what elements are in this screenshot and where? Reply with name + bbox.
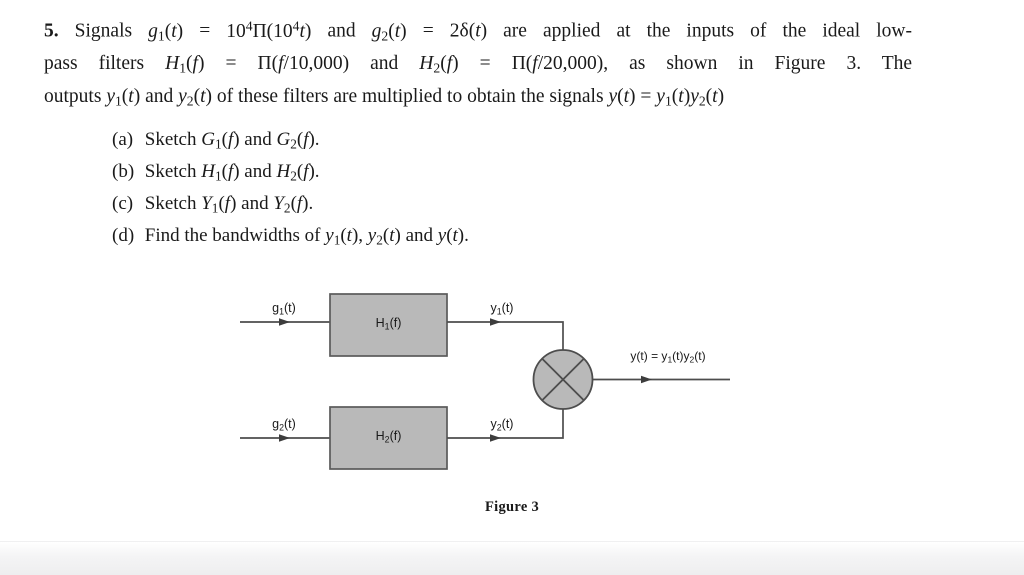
subquestion-c-item1: Y1(f) bbox=[201, 192, 237, 216]
subquestion-b-item1: H1(f) bbox=[201, 160, 240, 184]
statement-lead-3: outputs bbox=[44, 85, 102, 107]
equals-2: = bbox=[422, 20, 434, 42]
statement-mid-3: of these filters are multiplied to obtai… bbox=[216, 85, 604, 107]
statement-line-3: outputs y1(t) and y2(t) of these filters… bbox=[44, 83, 912, 116]
subquestion-a-label: (a) bbox=[112, 129, 134, 150]
wire-input-g1 bbox=[240, 318, 330, 326]
equals-4: = bbox=[479, 53, 491, 75]
subquestion-c-label: (c) bbox=[112, 192, 134, 214]
problem-statement: 5. Signals g1(t) = 104Π(104t) and g2(t) … bbox=[44, 12, 912, 115]
conj-and-1: and bbox=[327, 20, 356, 42]
signal-y: y(t) bbox=[608, 85, 636, 107]
expr-g2: 2δ(t) bbox=[449, 20, 488, 42]
filter-block-2: H2(f) bbox=[329, 406, 448, 470]
signal-g1: g1(t) bbox=[148, 20, 184, 44]
question-number: 5. bbox=[44, 20, 59, 42]
filter-h1-sym: H1(f) bbox=[165, 53, 205, 76]
statement-lead: Signals bbox=[74, 20, 133, 42]
wire-label-g2: g2(t) bbox=[272, 417, 296, 432]
signal-y1: y1(t) bbox=[106, 85, 141, 109]
wire-input-g2 bbox=[240, 434, 330, 442]
equals-3: = bbox=[225, 53, 237, 75]
filter-h2-sym: H2(f) bbox=[419, 53, 459, 76]
conj-and-3: and bbox=[145, 85, 174, 107]
wire-output-y bbox=[592, 375, 730, 384]
product-y1y2: y1(t)y2(t) bbox=[656, 85, 725, 109]
subquestion-c-conj: and bbox=[241, 192, 269, 214]
wire-label-y1: y1(t) bbox=[491, 301, 514, 316]
wire-label-y-output: y(t) = y1(t)y2(t) bbox=[630, 349, 705, 364]
statement-tail-2: as shown in Figure 3. The bbox=[629, 53, 913, 75]
page-bottom-strip bbox=[0, 541, 1024, 575]
subquestion-d-verb: Find the bandwidths of bbox=[144, 224, 321, 246]
statement-line-2: pass filters H1(f) = Π(f/10,000) and H2(… bbox=[44, 50, 912, 83]
expr-h2: Π(f/20,000), bbox=[511, 53, 609, 75]
conj-and-2: and bbox=[370, 53, 399, 75]
subquestion-b-verb: Sketch bbox=[144, 160, 197, 182]
subquestion-d-label: (d) bbox=[112, 224, 135, 246]
subquestion-d-item3: y(t). bbox=[437, 224, 469, 246]
subquestion-d: (d) Find the bandwidths of y1(t), y2(t) … bbox=[112, 222, 632, 254]
multiplier-node bbox=[532, 349, 594, 410]
subquestion-d-conj: and bbox=[405, 224, 433, 246]
subquestion-d-item2: y2(t) bbox=[367, 224, 401, 248]
equals-5: = bbox=[640, 85, 652, 107]
figure-caption-text: Figure 3 bbox=[484, 499, 540, 515]
subquestion-a-item2: G2(f). bbox=[276, 129, 320, 152]
subquestion-a: (a) Sketch G1(f) and G2(f). bbox=[112, 126, 632, 158]
subquestion-c: (c) Sketch Y1(f) and Y2(f). bbox=[112, 190, 632, 222]
expr-g1: 104Π(104t) bbox=[226, 18, 312, 42]
subquestion-list: (a) Sketch G1(f) and G2(f). (b) Sketch H… bbox=[112, 126, 632, 254]
signal-y2: y2(t) bbox=[178, 85, 213, 109]
subquestion-b-label: (b) bbox=[112, 160, 135, 182]
block-diagram-svg: g1(t) H1(f) y1(t) g2(t) H2(f) y2(t) y(t)… bbox=[240, 293, 730, 470]
block-diagram-figure: g1(t) H1(f) y1(t) g2(t) H2(f) y2(t) y(t)… bbox=[0, 268, 1024, 528]
statement-tail-1: are applied at the inputs of the ideal l… bbox=[503, 20, 912, 42]
statement-line-1: 5. Signals g1(t) = 104Π(104t) and g2(t) … bbox=[44, 12, 912, 50]
subquestion-d-item1: y1(t), bbox=[325, 224, 364, 248]
subquestion-b: (b) Sketch H1(f) and H2(f). bbox=[112, 158, 632, 190]
figure-caption: Figure 3 bbox=[0, 498, 1024, 516]
subquestion-c-item2: Y2(f). bbox=[273, 192, 314, 216]
signal-g2: g2(t) bbox=[371, 20, 407, 44]
filter-block-1: H1(f) bbox=[329, 293, 448, 357]
subquestion-a-verb: Sketch bbox=[144, 129, 197, 150]
wire-label-y2: y2(t) bbox=[491, 417, 514, 432]
subquestion-b-conj: and bbox=[244, 160, 272, 182]
statement-lead-2: pass filters bbox=[44, 53, 145, 75]
subquestion-b-item2: H2(f). bbox=[276, 160, 320, 184]
wire-label-g1: g1(t) bbox=[272, 301, 296, 316]
subquestion-a-conj: and bbox=[244, 129, 272, 150]
equals-1: = bbox=[199, 20, 211, 42]
subquestion-a-item1: G1(f) bbox=[201, 129, 240, 152]
subquestion-c-verb: Sketch bbox=[144, 192, 197, 214]
wire-output-y1 bbox=[447, 318, 564, 350]
expr-h1: Π(f/10,000) bbox=[257, 53, 350, 75]
